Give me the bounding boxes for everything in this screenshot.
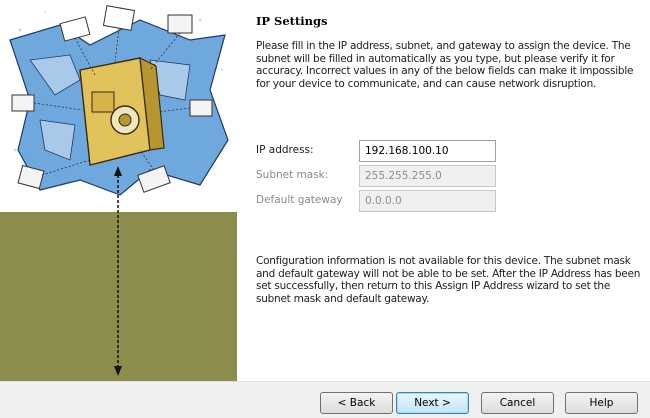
intro-text: Please fill in the IP address, subnet, a… xyxy=(256,40,634,90)
page-title: IP Settings xyxy=(256,14,328,28)
wizard-content: IP Settings Please fill in the IP addres… xyxy=(237,0,650,381)
configuration-note: Configuration information is not availab… xyxy=(256,255,641,305)
wizard-footer: < Back Next > Cancel Help xyxy=(0,381,650,418)
subnet-mask-label: Subnet mask: xyxy=(256,169,329,181)
ip-address-label: IP address: xyxy=(256,144,314,156)
wizard-sidebar xyxy=(0,0,237,381)
ip-address-input[interactable]: 192.168.100.10 xyxy=(359,140,496,162)
subnet-mask-row: Subnet mask: 255.255.255.0 xyxy=(256,165,516,187)
next-button[interactable]: Next > xyxy=(396,392,469,414)
help-button[interactable]: Help xyxy=(565,392,638,414)
back-button[interactable]: < Back xyxy=(320,392,393,414)
default-gateway-row: Default gateway 0.0.0.0 xyxy=(256,190,516,212)
default-gateway-label: Default gateway xyxy=(256,194,343,206)
network-illustration xyxy=(0,0,237,376)
default-gateway-input: 0.0.0.0 xyxy=(359,190,496,212)
ip-address-row: IP address: 192.168.100.10 xyxy=(256,140,516,162)
cancel-button[interactable]: Cancel xyxy=(481,392,554,414)
subnet-mask-input: 255.255.255.0 xyxy=(359,165,496,187)
